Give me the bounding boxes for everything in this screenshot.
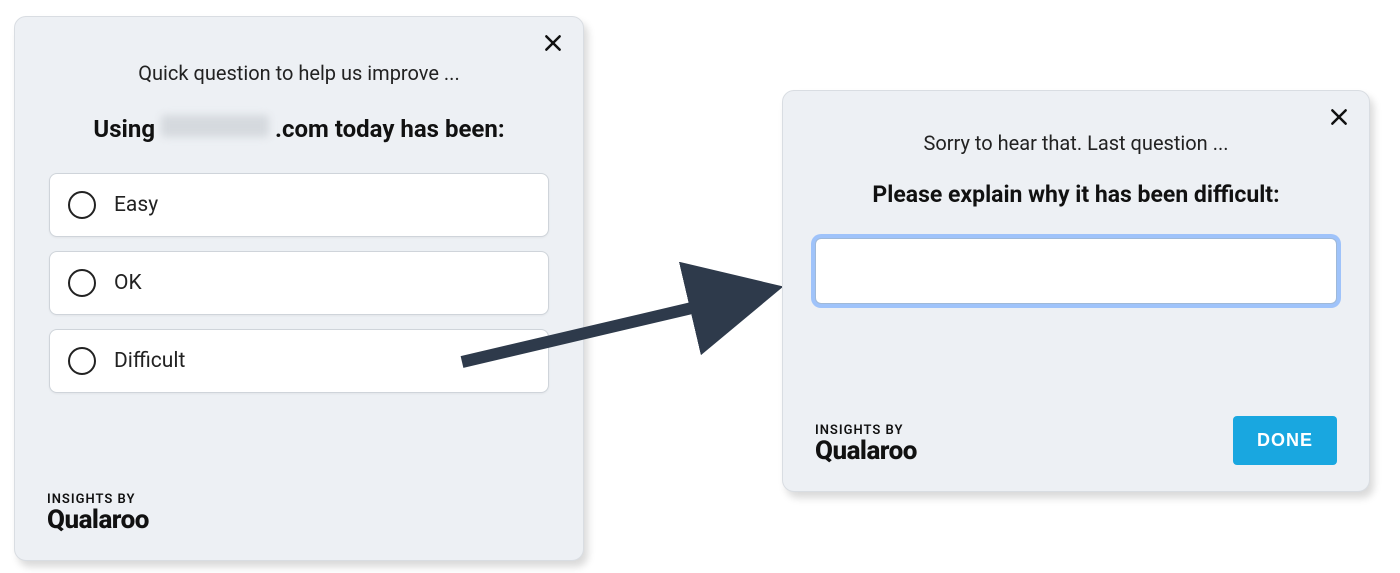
survey-card-followup: Sorry to hear that. Last question ... Pl… — [782, 90, 1370, 492]
option-easy[interactable]: Easy — [49, 173, 549, 237]
brand-attribution: INSIGHTS BY Qualaroo — [815, 424, 917, 465]
done-button[interactable]: DONE — [1233, 416, 1337, 465]
options-list: Easy OK Difficult — [49, 173, 549, 393]
question-prefix: Using — [93, 115, 155, 143]
survey-question: Please explain why it has been difficult… — [815, 181, 1337, 208]
brand-name: Qualaroo — [815, 438, 917, 465]
radio-icon — [68, 347, 96, 375]
radio-icon — [68, 269, 96, 297]
close-button[interactable] — [539, 29, 567, 57]
close-icon — [543, 33, 563, 53]
close-icon — [1329, 107, 1349, 127]
card-footer: INSIGHTS BY Qualaroo DONE — [815, 416, 1337, 465]
option-label: Difficult — [114, 349, 185, 373]
redacted-domain — [161, 115, 269, 137]
survey-subtitle: Quick question to help us improve ... — [43, 61, 555, 85]
brand-name: Qualaroo — [47, 507, 149, 534]
card-footer: INSIGHTS BY Qualaroo — [47, 493, 551, 534]
brand-attribution: INSIGHTS BY Qualaroo — [47, 493, 149, 534]
option-ok[interactable]: OK — [49, 251, 549, 315]
option-label: OK — [114, 271, 142, 295]
option-difficult[interactable]: Difficult — [49, 329, 549, 393]
close-button[interactable] — [1325, 103, 1353, 131]
survey-card-rating: Quick question to help us improve ... Us… — [14, 16, 584, 561]
option-label: Easy — [114, 193, 158, 217]
question-suffix: .com today has been: — [275, 115, 505, 143]
radio-icon — [68, 191, 96, 219]
feedback-input[interactable] — [815, 238, 1337, 304]
survey-question: Using .com today has been: — [43, 115, 555, 143]
survey-subtitle: Sorry to hear that. Last question ... — [815, 131, 1337, 155]
